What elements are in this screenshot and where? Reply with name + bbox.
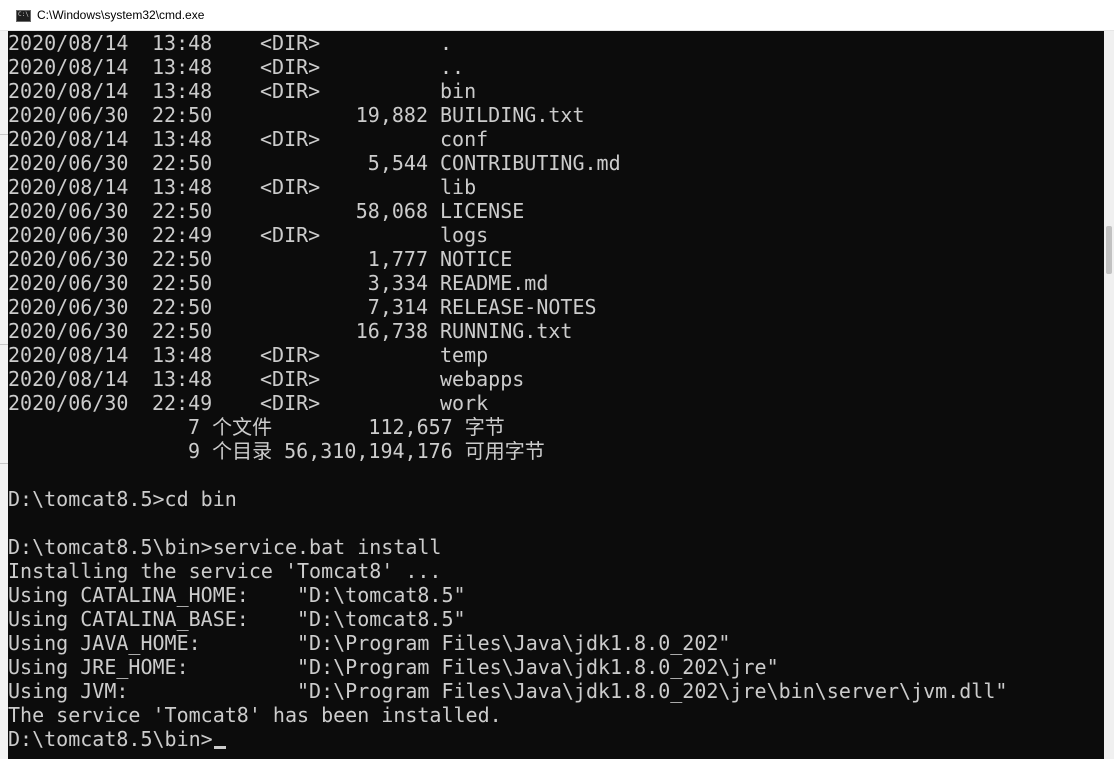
listing-date: 2020/06/30 bbox=[8, 295, 129, 319]
listing-date: 2020/08/14 bbox=[8, 127, 129, 151]
summary-dirs: 9 个目录 56,310,194,176 可用字节 bbox=[188, 439, 545, 463]
listing-name: .. bbox=[440, 55, 465, 79]
current-prompt[interactable]: D:\tomcat8.5\bin> bbox=[8, 727, 226, 751]
listing-name: RELEASE-NOTES bbox=[440, 295, 597, 319]
listing-name: work bbox=[440, 391, 489, 415]
listing-date: 2020/08/14 bbox=[8, 367, 129, 391]
output-line: Using CATALINA_HOME: "D:\tomcat8.5" bbox=[8, 583, 466, 607]
listing-name: bin bbox=[440, 79, 477, 103]
listing-name: CONTRIBUTING.md bbox=[440, 151, 621, 175]
listing-time: 22:49 bbox=[152, 223, 213, 247]
listing-time: 22:50 bbox=[152, 103, 213, 127]
listing-date: 2020/06/30 bbox=[8, 199, 129, 223]
listing-date: 2020/08/14 bbox=[8, 343, 129, 367]
cmd-window: C:\Windows\system32\cmd.exe 2020/08/14 13… bbox=[0, 0, 1114, 759]
listing-name: lib bbox=[440, 175, 477, 199]
listing-size: 19,882 bbox=[355, 103, 428, 127]
listing-time: 22:49 bbox=[152, 391, 213, 415]
cmd-icon[interactable] bbox=[16, 10, 31, 22]
listing-time: 22:50 bbox=[152, 151, 213, 175]
listing-dir-tag: <DIR> bbox=[260, 175, 321, 199]
listing-dir-tag: <DIR> bbox=[260, 367, 321, 391]
listing-size: 1,777 bbox=[367, 247, 428, 271]
listing-date: 2020/06/30 bbox=[8, 391, 129, 415]
output-line: Using JAVA_HOME: "D:\Program Files\Java\… bbox=[8, 631, 731, 655]
command-line: D:\tomcat8.5\bin>service.bat install bbox=[8, 535, 442, 559]
listing-name: NOTICE bbox=[440, 247, 513, 271]
title-bar[interactable]: C:\Windows\system32\cmd.exe bbox=[0, 0, 1114, 31]
listing-time: 13:48 bbox=[152, 175, 213, 199]
output-line: The service 'Tomcat8' has been installed… bbox=[8, 703, 502, 727]
listing-time: 13:48 bbox=[152, 31, 213, 55]
listing-name: README.md bbox=[440, 271, 549, 295]
edge-mark bbox=[0, 134, 8, 135]
listing-dir-tag: <DIR> bbox=[260, 31, 321, 55]
output-line: Using CATALINA_BASE: "D:\tomcat8.5" bbox=[8, 607, 466, 631]
listing-time: 13:48 bbox=[152, 79, 213, 103]
listing-name: temp bbox=[440, 343, 489, 367]
text-cursor bbox=[213, 746, 226, 749]
listing-date: 2020/08/14 bbox=[8, 31, 129, 55]
output-line: Using JVM: "D:\Program Files\Java\jdk1.8… bbox=[8, 679, 1008, 703]
console-output[interactable]: 2020/08/14 13:48 <DIR>. 2020/08/14 13:48 <DIR… bbox=[8, 31, 1104, 759]
listing-size: 5,544 bbox=[367, 151, 428, 175]
listing-name: conf bbox=[440, 127, 489, 151]
listing-date: 2020/06/30 bbox=[8, 223, 129, 247]
listing-name: logs bbox=[440, 223, 489, 247]
listing-time: 22:50 bbox=[152, 199, 213, 223]
listing-time: 22:50 bbox=[152, 295, 213, 319]
command-line: D:\tomcat8.5>cd bin bbox=[8, 487, 237, 511]
listing-time: 22:50 bbox=[152, 271, 213, 295]
listing-date: 2020/06/30 bbox=[8, 247, 129, 271]
summary-files: 7 个文件 112,657 字节 bbox=[188, 415, 505, 439]
listing-time: 22:50 bbox=[152, 247, 213, 271]
listing-date: 2020/06/30 bbox=[8, 151, 129, 175]
listing-name: . bbox=[440, 31, 453, 55]
prompt-text: D:\tomcat8.5\bin> bbox=[8, 727, 213, 751]
edge-mark bbox=[0, 344, 8, 345]
vertical-scrollbar[interactable] bbox=[1104, 31, 1114, 759]
listing-dir-tag: <DIR> bbox=[260, 79, 321, 103]
background-window-edge bbox=[0, 31, 8, 759]
listing-date: 2020/06/30 bbox=[8, 271, 129, 295]
listing-name: RUNNING.txt bbox=[440, 319, 573, 343]
listing-date: 2020/06/30 bbox=[8, 103, 129, 127]
edge-mark bbox=[0, 463, 8, 464]
listing-date: 2020/08/14 bbox=[8, 79, 129, 103]
listing-name: BUILDING.txt bbox=[440, 103, 585, 127]
listing-time: 13:48 bbox=[152, 367, 213, 391]
listing-name: webapps bbox=[440, 367, 525, 391]
listing-size: 58,068 bbox=[355, 199, 428, 223]
listing-date: 2020/08/14 bbox=[8, 55, 129, 79]
output-line: Installing the service 'Tomcat8' ... bbox=[8, 559, 442, 583]
listing-date: 2020/08/14 bbox=[8, 175, 129, 199]
listing-dir-tag: <DIR> bbox=[260, 55, 321, 79]
listing-date: 2020/06/30 bbox=[8, 319, 129, 343]
window-title: C:\Windows\system32\cmd.exe bbox=[37, 8, 205, 22]
listing-time: 13:48 bbox=[152, 55, 213, 79]
listing-size: 16,738 bbox=[355, 319, 428, 343]
listing-time: 13:48 bbox=[152, 127, 213, 151]
listing-time: 13:48 bbox=[152, 343, 213, 367]
scrollbar-thumb[interactable] bbox=[1106, 226, 1112, 274]
output-line: Using JRE_HOME: "D:\Program Files\Java\j… bbox=[8, 655, 779, 679]
listing-dir-tag: <DIR> bbox=[260, 391, 321, 415]
listing-size: 7,314 bbox=[367, 295, 428, 319]
listing-size: 3,334 bbox=[367, 271, 428, 295]
listing-dir-tag: <DIR> bbox=[260, 223, 321, 247]
listing-dir-tag: <DIR> bbox=[260, 343, 321, 367]
listing-name: LICENSE bbox=[440, 199, 525, 223]
listing-dir-tag: <DIR> bbox=[260, 127, 321, 151]
listing-time: 22:50 bbox=[152, 319, 213, 343]
